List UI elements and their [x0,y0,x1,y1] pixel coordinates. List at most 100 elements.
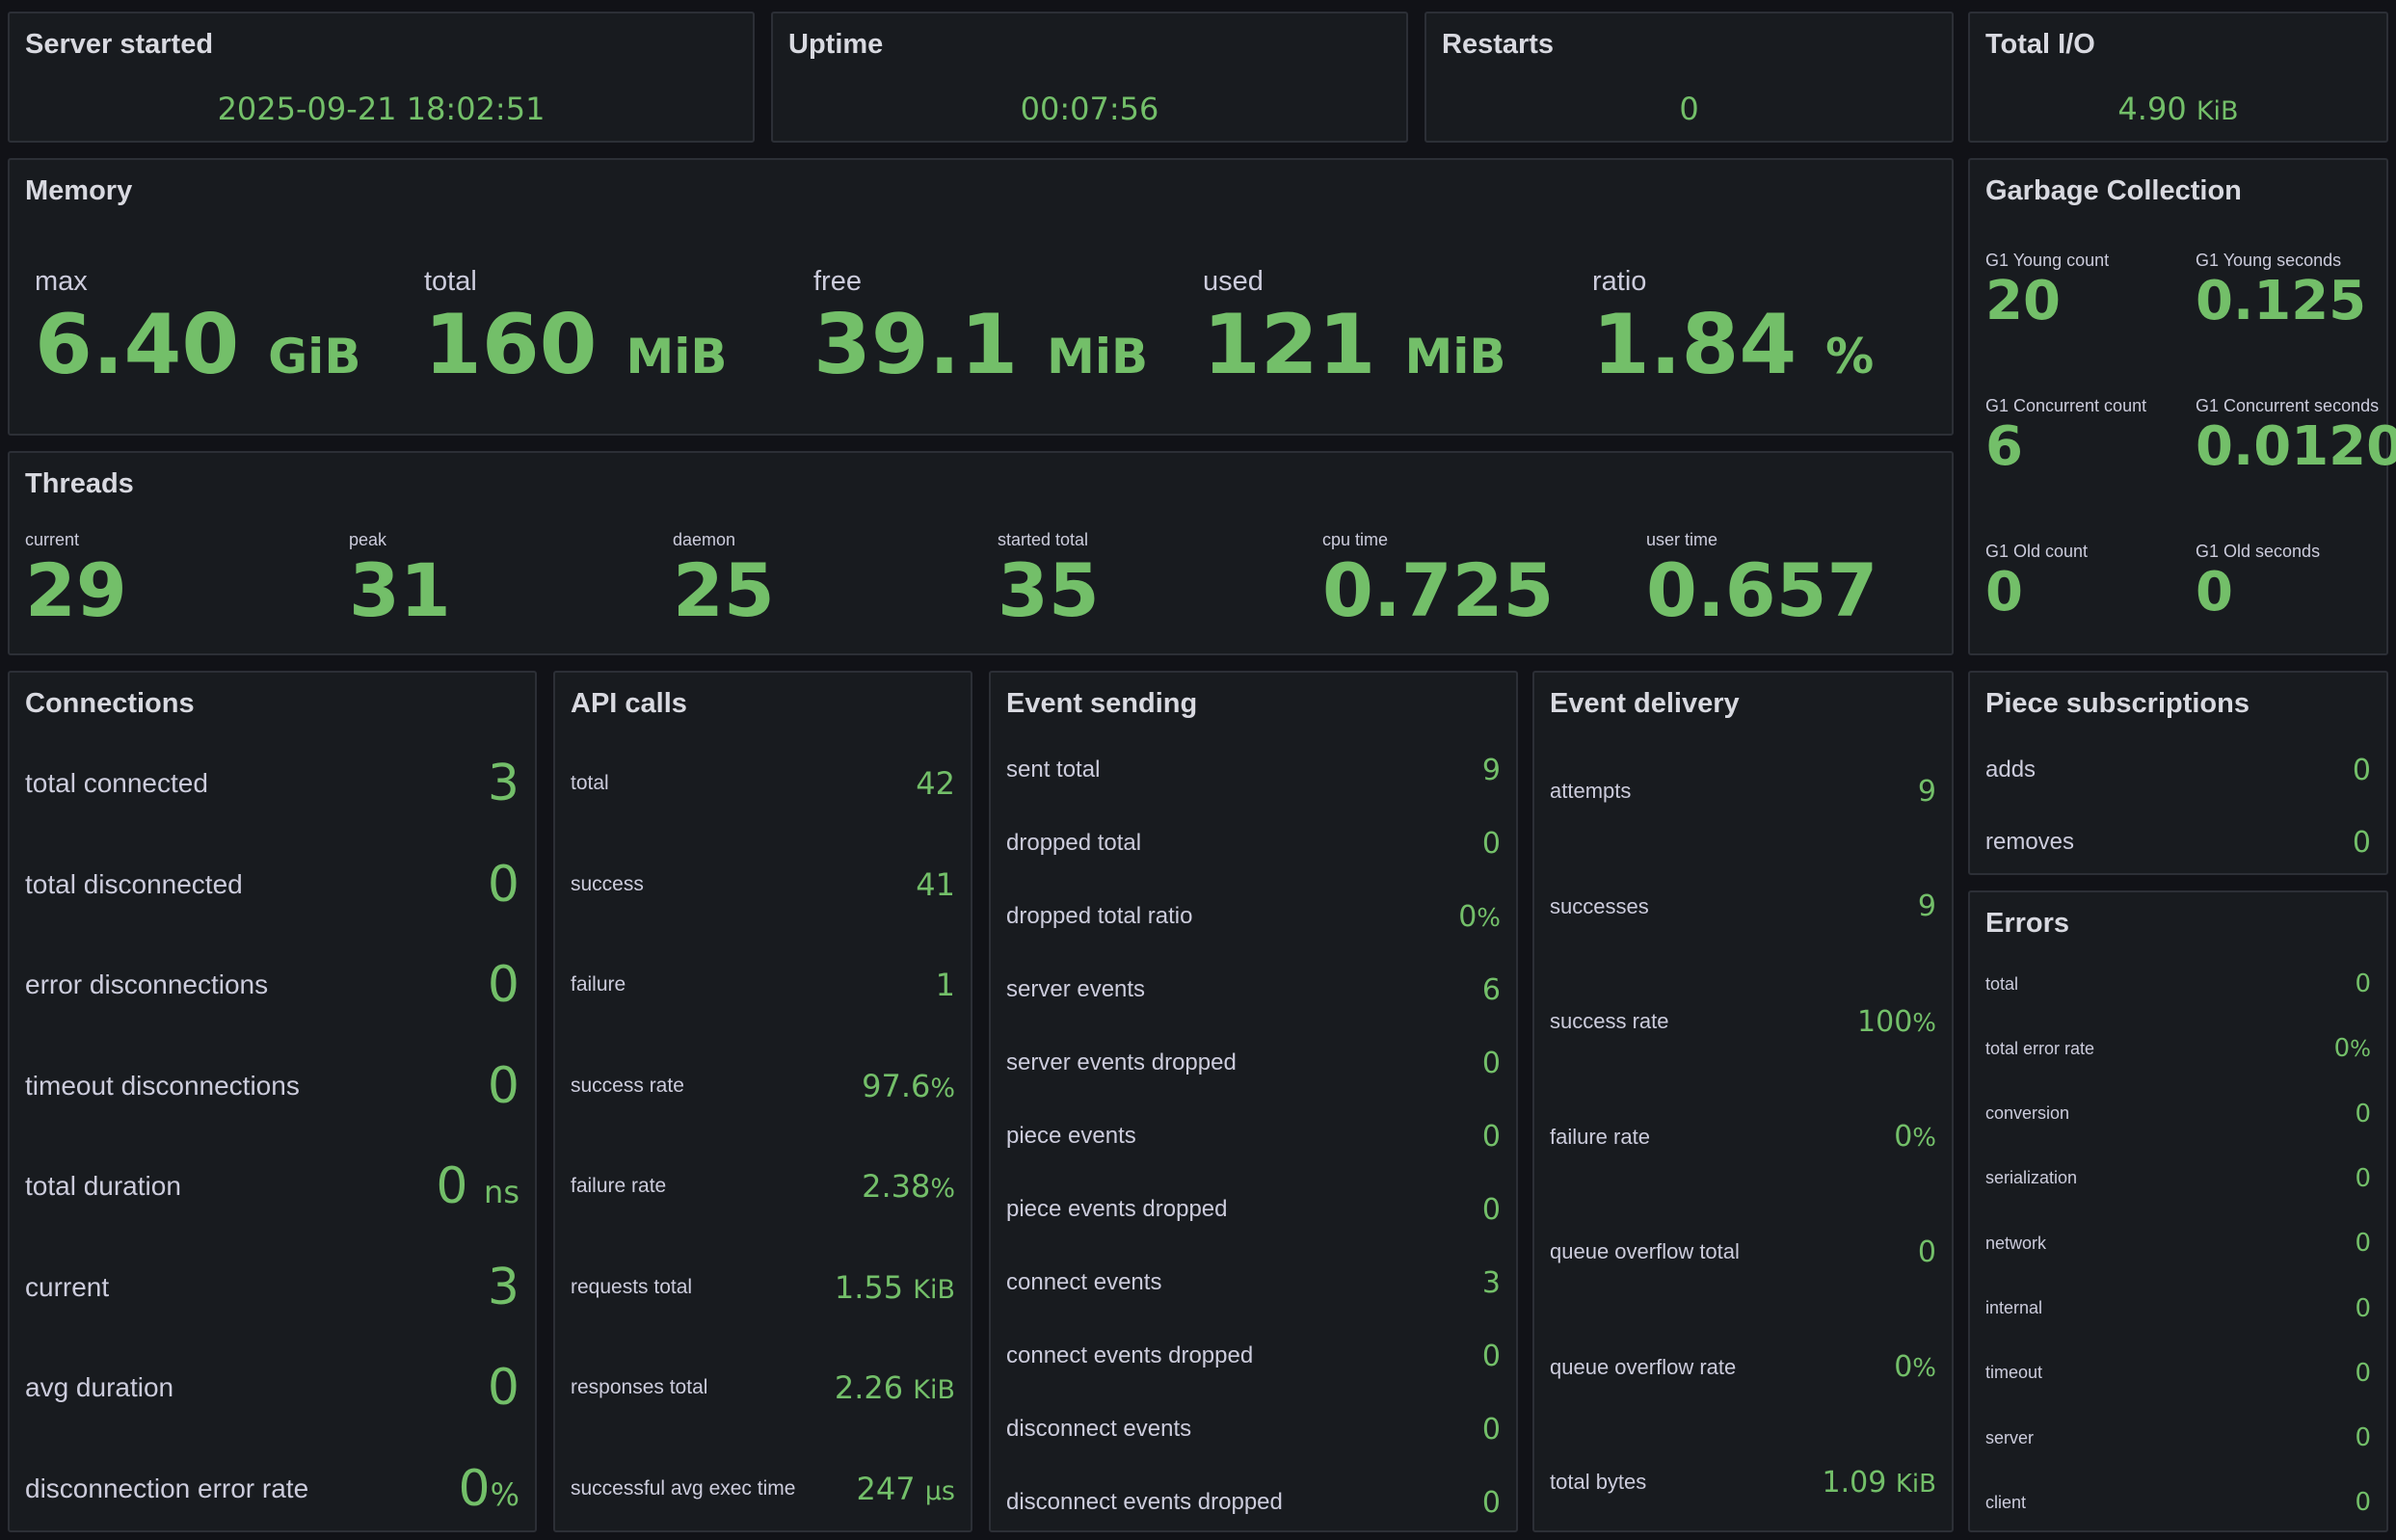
stat-value: 0.125 [2196,270,2367,332]
item-value-wrap: 0 [488,856,519,914]
item-label: failure rate [1550,1124,1650,1149]
item-unit: % [930,1174,955,1204]
item-value: 1.55 [834,1268,904,1306]
stat-value: 20 [1985,270,2061,332]
stat-value-wrap: 121 MiB [1203,304,1506,386]
restarts-value: 0 [1679,91,1699,127]
item-label: connect events [1006,1269,1162,1295]
item-value-wrap: 9 [1918,775,1936,809]
stat-value: 4.90 [2117,91,2187,127]
panel-title: Total I/O [1985,29,2095,60]
item-value-wrap: 0 [2355,1229,2371,1258]
list-item: timeout disconnections 0 [25,1057,519,1115]
item-value: 1 [935,967,955,1003]
gc-stat: G1 Concurrent seconds 0.0120 [2196,396,2396,474]
item-value-wrap: 0 [2355,969,2371,998]
item-label: total connected [25,768,208,798]
list-item: queue overflow total 0 [1550,1233,1936,1271]
memory-stat-ratio: ratio 1.84 % [1592,266,1874,386]
panel-event-sending: Event sending sent total 9 dropped total 0 d… [989,671,1518,1532]
item-label: error disconnections [25,969,269,999]
item-value: 3 [1481,1265,1501,1300]
item-value: 0 [1894,1120,1913,1154]
item-value-wrap: 0 [2353,826,2371,860]
list-item: total 0 [1985,965,2371,1003]
list-item: internal 0 [1985,1289,2371,1328]
item-unit: % [490,1475,519,1513]
panel-title: Garbage Collection [1985,175,2242,206]
list-item: disconnect events 0 [1006,1410,1501,1448]
item-value-wrap: 3 [488,755,519,812]
item-label: connect events dropped [1006,1342,1254,1368]
item-value-wrap: 0 [2355,1423,2371,1452]
stat-value: 31 [349,547,451,633]
item-value-wrap: 6 [1482,973,1501,1007]
item-unit: % [930,1073,955,1103]
item-value-wrap: 1.09 KiB [1823,1466,1936,1500]
list-item: conversion 0 [1985,1095,2371,1133]
list-item: total duration 0 ns [25,1157,519,1215]
list-item: disconnection error rate 0% [25,1460,519,1518]
list-item: failure rate 2.38% [571,1167,955,1206]
item-value-wrap: 0 [1918,1235,1936,1269]
list-item: timeout 0 [1985,1354,2371,1393]
item-value: 0 [1481,1485,1501,1520]
item-value: 3 [487,755,519,812]
list-item: responses total 2.26 KiB [571,1368,955,1407]
stat-value: 121 [1203,297,1376,393]
item-label: requests total [571,1275,693,1298]
panel-errors: Errors total 0 total error rate 0% conversio… [1968,890,2388,1532]
item-value-wrap: 0 [1482,1340,1501,1373]
item-unit: % [2350,1037,2371,1063]
item-label: dropped total ratio [1006,903,1193,929]
stat-value: 160 [424,297,598,393]
list-item: total connected 3 [25,755,519,812]
item-unit: KiB [913,1375,955,1405]
list-item: disconnect events dropped 0 [1006,1483,1501,1522]
list-item: failure rate 0% [1550,1118,1936,1156]
list-item: dropped total 0 [1006,824,1501,863]
thread-stat: cpu time 0.725 [1322,530,1554,627]
memory-stat-total: total 160 MiB [424,266,728,386]
item-label: successful avg exec time [571,1476,796,1500]
list-item: total bytes 1.09 KiB [1550,1463,1936,1501]
stat-value: 1.84 [1592,297,1797,393]
item-value: 0 [1481,1339,1501,1373]
item-value-wrap: 0% [2334,1034,2371,1063]
item-value: 9 [1917,774,1936,809]
item-value-wrap: 2.38% [862,1168,955,1205]
panel-memory: Memory max 6.40 GiB total 160 MiB free 39.1 M… [8,158,1954,436]
item-value: 97.6 [862,1067,931,1104]
list-item: server 0 [1985,1419,2371,1457]
item-value: 0 [487,855,519,914]
list-item: piece events dropped 0 [1006,1190,1501,1229]
panel-garbage-collection: Garbage Collection G1 Young count 20 G1 Yo… [1968,158,2396,655]
gc-stat: G1 Old seconds 0 [2196,542,2320,620]
item-value-wrap: 0 [2355,1100,2371,1128]
item-value-wrap: 0 [1482,1486,1501,1520]
item-value: 0 [2355,1163,2371,1193]
stat-value-wrap: 160 MiB [424,304,728,386]
list-item: avg duration 0 [25,1359,519,1417]
item-value-wrap: 0 [1482,1120,1501,1154]
panel-piece-subscriptions: Piece subscriptions adds 0 removes 0 [1968,671,2388,875]
gc-stat: G1 Concurrent count 6 [1985,396,2146,474]
item-value-wrap: 0 [488,1359,519,1417]
stat-unit: KiB [2196,96,2239,126]
item-label: network [1985,1233,2047,1253]
item-value: 0 [2355,1423,2371,1453]
list-item: requests total 1.55 KiB [571,1268,955,1307]
list-item: successful avg exec time 247 µs [571,1470,955,1508]
item-label: total disconnected [25,868,243,899]
item-label: queue overflow total [1550,1239,1740,1263]
item-label: piece events dropped [1006,1196,1228,1222]
item-value: 0 [1481,1119,1501,1154]
item-label: total [1985,973,2019,994]
item-value: 0 [2355,1488,2371,1518]
item-value: 0 [2352,753,2371,787]
item-value: 0 [2355,1229,2371,1259]
list-item: removes 0 [1985,823,2371,862]
list-item: current 3 [25,1259,519,1316]
panel-title: Server started [25,29,214,60]
item-label: total [571,772,609,794]
